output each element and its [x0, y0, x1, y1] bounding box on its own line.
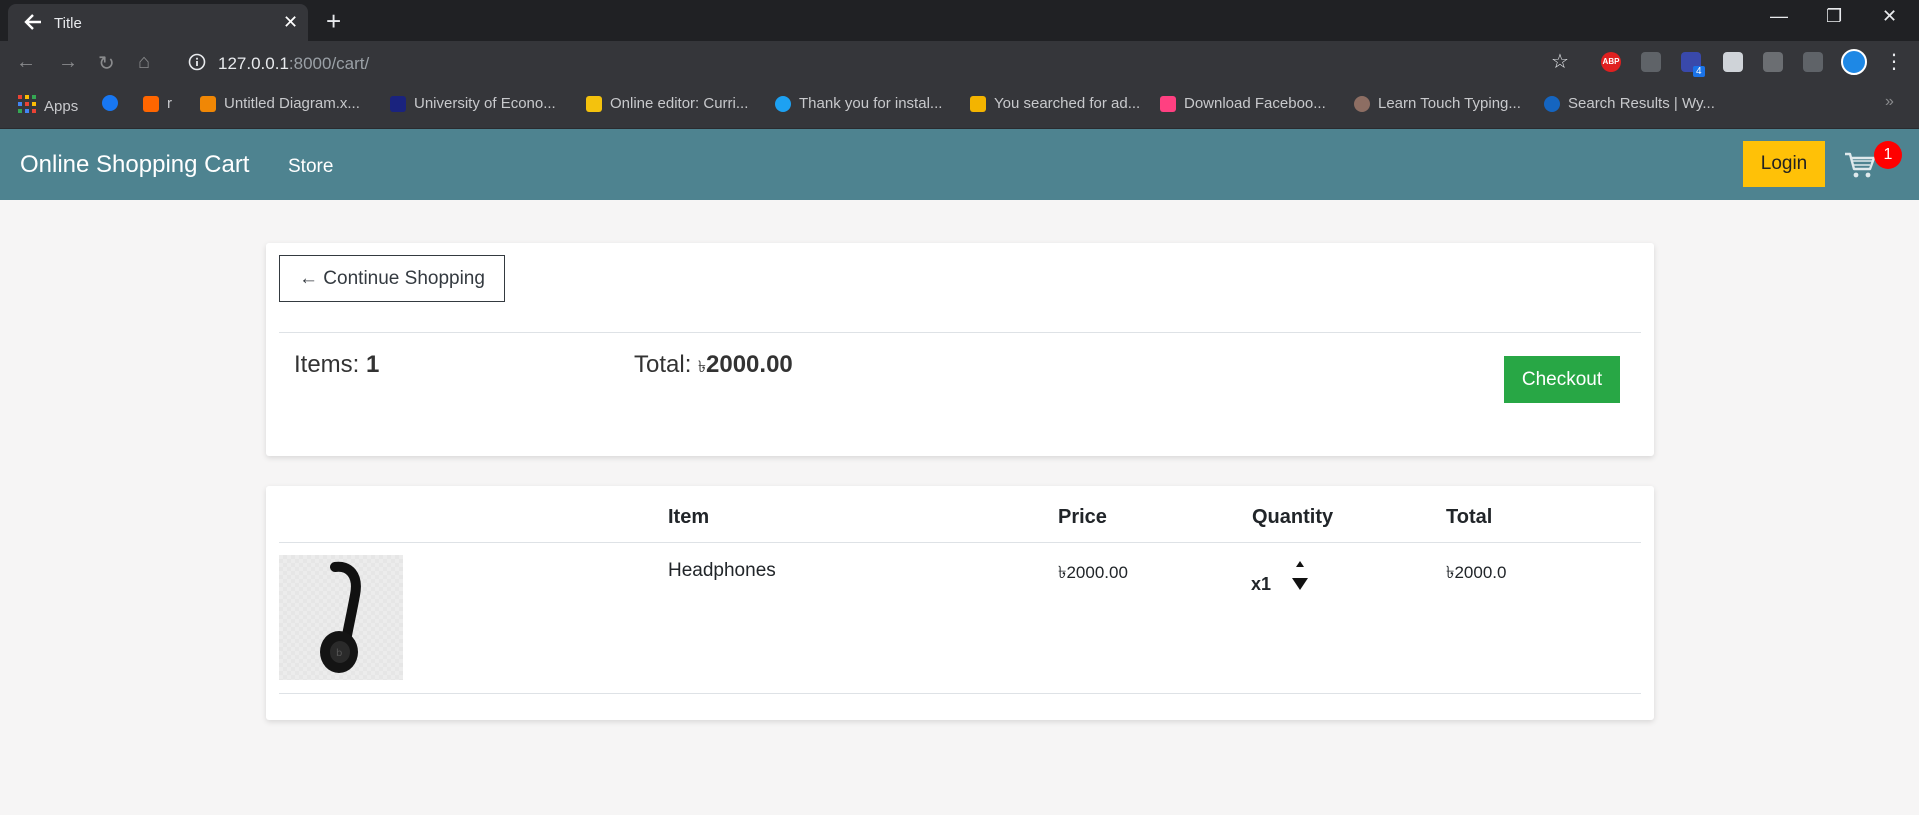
bookmark-apps[interactable]: Apps	[18, 95, 78, 117]
divider	[279, 332, 1641, 333]
bookmark-item[interactable]: Download Faceboo...	[1160, 95, 1326, 112]
items-count: Items: 1	[294, 351, 379, 379]
total-value: 2000.00	[706, 351, 793, 378]
bookmark-item[interactable]: University of Econo...	[390, 95, 556, 112]
store-link[interactable]: Store	[288, 156, 333, 178]
favicon-icon	[1354, 95, 1370, 112]
bookmark-item[interactable]: You searched for ad...	[970, 95, 1140, 112]
url-host: 127.0.0.1	[218, 54, 289, 73]
checkout-button[interactable]: Checkout	[1504, 356, 1620, 403]
more-bookmarks-icon[interactable]: »	[1885, 93, 1894, 111]
bookmark-label: Search Results | Wy...	[1568, 95, 1715, 112]
document-icon[interactable]	[1723, 52, 1743, 72]
browser-tab[interactable]: Title ✕	[8, 4, 308, 41]
apps-grid-icon	[18, 95, 36, 117]
favicon-icon	[143, 95, 159, 112]
address-bar[interactable]: 127.0.0.1:8000/cart/	[218, 54, 369, 74]
bookmark-label: Thank you for instal...	[799, 95, 943, 112]
item-name: Headphones	[668, 560, 776, 581]
bookmarks-bar: Apps r Untitled Diagram.x... University …	[0, 83, 1919, 129]
items-label: Items:	[294, 351, 367, 378]
favicon-icon	[1544, 95, 1560, 112]
forward-icon[interactable]: →	[58, 51, 78, 74]
quantity-decrease-icon[interactable]	[1291, 576, 1309, 592]
column-header-item: Item	[668, 506, 710, 528]
brand-link[interactable]: Online Shopping Cart	[20, 151, 249, 179]
cart-items-panel: Item Price Quantity Total b Headphones ৳…	[266, 486, 1654, 720]
headphones-icon: b	[320, 561, 361, 673]
column-header-price: Price	[1058, 506, 1107, 528]
bookmark-item[interactable]: Thank you for instal...	[775, 95, 942, 112]
product-image: b	[279, 555, 403, 680]
media-icon[interactable]	[1803, 52, 1823, 72]
extension-icon[interactable]	[1641, 52, 1661, 72]
puzzle-icon[interactable]	[1763, 52, 1783, 72]
home-icon[interactable]: ⌂	[138, 51, 150, 74]
divider	[279, 693, 1641, 694]
profile-avatar[interactable]	[1841, 49, 1867, 75]
currency-symbol: ৳	[698, 359, 707, 376]
menu-icon[interactable]: ⋮	[1884, 49, 1904, 74]
window-close-icon[interactable]: ✕	[1882, 6, 1897, 27]
divider	[279, 542, 1641, 543]
cart-count-badge: 1	[1874, 141, 1902, 169]
extension-badge: 4	[1693, 66, 1705, 77]
site-info-icon[interactable]	[188, 53, 206, 76]
editor-icon	[586, 95, 602, 112]
bookmark-r[interactable]: r	[143, 95, 172, 112]
reload-icon[interactable]: ↻	[98, 51, 115, 76]
bookmark-item[interactable]: Untitled Diagram.x...	[200, 95, 360, 112]
tab-title: Title	[54, 15, 82, 32]
bookmark-label: Apps	[44, 97, 79, 115]
cart-total: Total: ৳2000.00	[634, 351, 793, 381]
url-path: :8000/cart/	[288, 54, 370, 73]
back-icon[interactable]: ←	[16, 51, 36, 74]
bookmark-star-icon[interactable]: ☆	[1551, 49, 1569, 74]
continue-shopping-button[interactable]: ← Continue Shopping	[279, 255, 505, 302]
site-navbar: Online Shopping Cart Store Login 1	[0, 129, 1919, 200]
restore-icon[interactable]: ❐	[1826, 6, 1842, 27]
facebook-icon	[102, 95, 118, 111]
total-label: Total:	[634, 351, 699, 378]
bookmark-label: University of Econo...	[414, 95, 556, 112]
items-value: 1	[366, 351, 380, 378]
drawio-icon	[200, 95, 216, 112]
bookmark-label: Online editor: Curri...	[610, 95, 749, 112]
favicon-icon	[775, 95, 791, 112]
bookmark-label: Download Faceboo...	[1184, 95, 1326, 112]
browser-toolbar: ← → ↻ ⌂ 127.0.0.1:8000/cart/ ☆ ABP 4 ⋮	[0, 41, 1919, 83]
item-price: ৳2000.00	[1058, 563, 1128, 582]
quantity-increase-icon[interactable]	[1291, 560, 1309, 576]
cart-icon[interactable]	[1844, 151, 1876, 184]
login-button[interactable]: Login	[1743, 141, 1825, 187]
bookmark-item[interactable]: Learn Touch Typing...	[1354, 95, 1521, 112]
close-tab-icon[interactable]: ✕	[283, 12, 298, 33]
svg-text:b: b	[336, 648, 342, 659]
column-header-quantity: Quantity	[1252, 506, 1334, 528]
back-arrow-icon[interactable]	[22, 11, 46, 35]
university-icon	[390, 95, 406, 112]
adblock-icon[interactable]: ABP	[1601, 52, 1621, 72]
item-total: ৳2000.0	[1446, 563, 1507, 582]
quantity-stepper	[1291, 560, 1311, 592]
new-tab-icon[interactable]: +	[326, 6, 341, 37]
minimize-icon[interactable]: —	[1770, 6, 1788, 27]
cart-summary-panel: ← Continue Shopping Items: 1 Total: ৳200…	[266, 243, 1654, 456]
item-quantity: x1	[1251, 574, 1272, 594]
bookmark-item[interactable]: Online editor: Curri...	[586, 95, 748, 112]
bookmark-label: r	[167, 95, 172, 112]
bookmark-label: Untitled Diagram.x...	[224, 95, 360, 112]
favicon-icon	[1160, 95, 1176, 112]
bookmark-item[interactable]: Search Results | Wy...	[1544, 95, 1715, 112]
browser-tabstrip: Title ✕ + — ❐ ✕	[0, 0, 1919, 41]
bookmark-label: Learn Touch Typing...	[1378, 95, 1521, 112]
bookmark-facebook[interactable]	[102, 95, 118, 111]
favicon-icon	[970, 95, 986, 112]
bookmark-label: You searched for ad...	[994, 95, 1141, 112]
column-header-total: Total	[1446, 506, 1493, 528]
